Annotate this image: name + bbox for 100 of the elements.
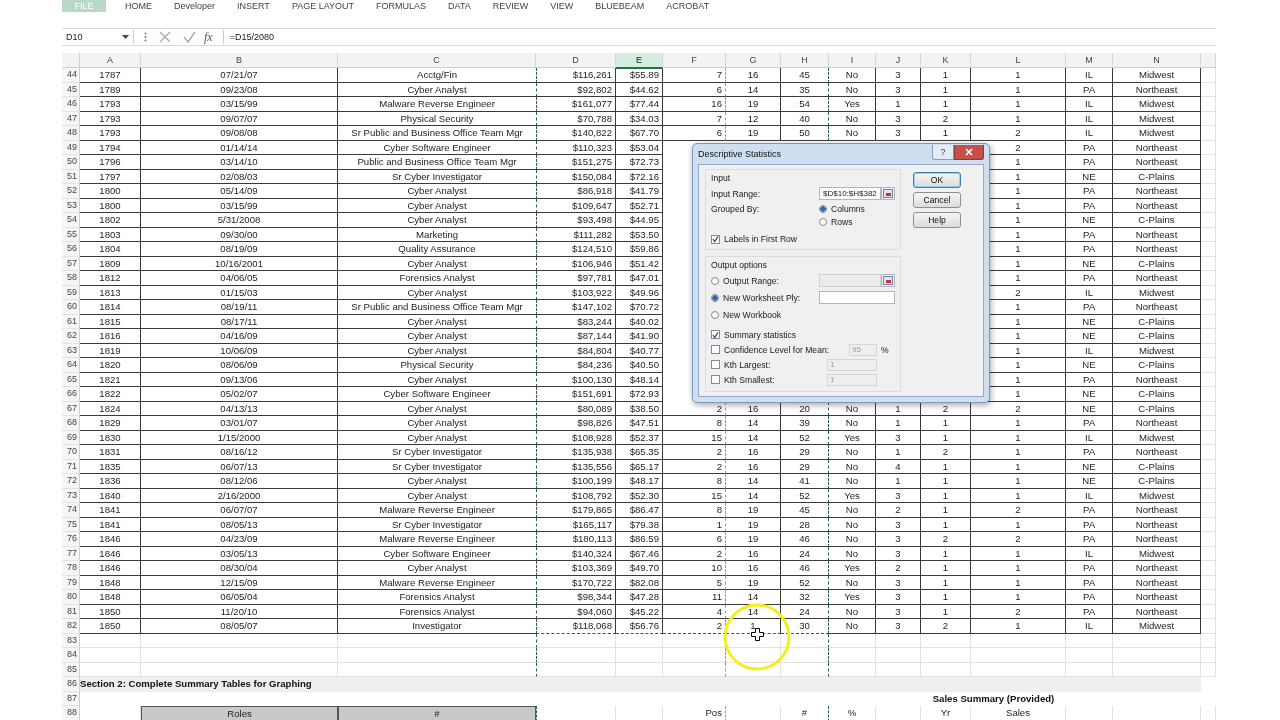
name-box[interactable]: D10 [62, 30, 134, 44]
table-cell: $87,144 [536, 329, 616, 344]
row-number[interactable]: 58 [62, 271, 80, 286]
radio-button[interactable] [711, 310, 719, 319]
table-cell: 01/15/03 [141, 285, 338, 300]
table-cell: 39 [781, 416, 829, 431]
checkbox[interactable] [711, 375, 720, 384]
column-header[interactable]: J [876, 53, 921, 69]
table-cell: No [829, 459, 876, 474]
dialog-button[interactable]: OK [913, 172, 961, 188]
row-number[interactable]: 80 [62, 590, 80, 605]
ribbon-tab[interactable]: REVIEW [481, 0, 540, 12]
column-header[interactable]: G [726, 53, 781, 69]
row-number[interactable]: 46 [62, 97, 80, 112]
ribbon-tab[interactable]: VIEW [539, 0, 585, 12]
ribbon-tab[interactable]: FORMULAS [365, 0, 438, 12]
table-cell: $98,826 [536, 416, 616, 431]
row-number[interactable]: 86 [62, 677, 80, 692]
column-header[interactable]: N [1113, 53, 1201, 69]
cancel-icon[interactable] [159, 31, 171, 43]
range-field[interactable] [819, 291, 895, 304]
row-number[interactable]: 52 [62, 184, 80, 199]
column-header[interactable]: L [971, 53, 1066, 69]
ribbon-tab[interactable]: ACROBAT [655, 0, 721, 12]
row-number[interactable]: 56 [62, 242, 80, 257]
table-cell: $170,722 [536, 575, 616, 590]
table-cell: Yes [829, 488, 876, 503]
row-number[interactable]: 50 [62, 155, 80, 170]
checkbox[interactable] [711, 330, 720, 339]
table-cell: 1793 [80, 111, 141, 126]
row-number[interactable]: 72 [62, 474, 80, 489]
row-number[interactable]: 78 [62, 561, 80, 576]
close-icon [965, 148, 973, 156]
row-number[interactable]: 44 [62, 68, 80, 83]
radio-button[interactable] [819, 205, 827, 213]
table-cell: $53.50 [616, 227, 663, 242]
row-number[interactable]: 82 [62, 619, 80, 634]
table-cell: 16 [726, 445, 781, 460]
unit-label: % [881, 344, 890, 355]
table-cell: $40.02 [616, 314, 663, 329]
row-number[interactable]: 74 [62, 503, 80, 518]
close-button[interactable] [954, 145, 984, 160]
table-cell: 2 [921, 111, 971, 126]
checkbox[interactable] [711, 360, 720, 369]
check-icon[interactable] [183, 31, 196, 43]
range-field[interactable]: $D$10:$H$382 [819, 187, 881, 200]
table-cell: $124,510 [536, 242, 616, 257]
table-cell: $40.50 [616, 358, 663, 373]
column-header[interactable]: C [338, 53, 536, 69]
formula-field[interactable]: =D15/2080 [222, 30, 1216, 44]
column-header[interactable]: H [781, 53, 829, 69]
table-cell: Marketing [338, 227, 536, 242]
table-cell: 1804 [80, 242, 141, 257]
row-number[interactable]: 64 [62, 358, 80, 373]
column-header[interactable]: E [616, 53, 663, 69]
row-number[interactable]: 54 [62, 213, 80, 228]
radio-button[interactable] [711, 276, 719, 285]
ribbon-tab[interactable]: Developer [163, 0, 227, 12]
column-header[interactable]: M [1066, 53, 1113, 69]
group-label: Input [711, 173, 732, 183]
dialog-button[interactable]: Cancel [913, 192, 961, 208]
insert-function-button[interactable]: fx [204, 29, 213, 45]
table-cell: 1 [921, 561, 971, 576]
table-cell: 5/31/2008 [141, 213, 338, 228]
table-cell: 2 [921, 619, 971, 634]
row-number[interactable]: 88 [62, 706, 80, 720]
ribbon-tab[interactable]: DATA [437, 0, 482, 12]
checkbox[interactable] [711, 234, 720, 244]
table-cell: C-Plains [1113, 256, 1201, 271]
table-cell: 1 [876, 416, 921, 431]
radio-button[interactable] [819, 218, 827, 226]
radio-button[interactable] [711, 293, 719, 302]
table-cell: 06/07/13 [141, 459, 338, 474]
row-number[interactable]: 68 [62, 416, 80, 431]
row-number[interactable]: 66 [62, 387, 80, 402]
table-cell: $151,275 [536, 155, 616, 170]
row-number[interactable]: 84 [62, 648, 80, 663]
table-cell: 03/15/99 [141, 198, 338, 213]
ribbon-tab[interactable]: BLUEBEAM [584, 0, 656, 12]
column-header[interactable]: I [829, 53, 876, 69]
table-cell: 1 [971, 517, 1066, 532]
table-cell: Cyber Analyst [338, 198, 536, 213]
ribbon-tab[interactable]: INSERT [226, 0, 281, 12]
table-cell: PA [1066, 242, 1113, 257]
row-number[interactable]: 62 [62, 329, 80, 344]
row-number[interactable]: 70 [62, 445, 80, 460]
row-number[interactable]: 76 [62, 532, 80, 547]
ribbon-tab[interactable]: HOME [114, 0, 163, 12]
row-number[interactable]: 48 [62, 126, 80, 141]
table-cell: $140,324 [536, 546, 616, 561]
checkbox[interactable] [711, 345, 720, 354]
column-header[interactable]: K [921, 53, 971, 69]
row-number[interactable]: 60 [62, 300, 80, 315]
column-header[interactable]: F [663, 53, 726, 69]
ribbon-tab[interactable]: PAGE LAYOUT [280, 0, 366, 12]
column-header[interactable]: B [141, 53, 338, 69]
dialog-button[interactable]: Help [913, 212, 961, 228]
table-cell: 14 [726, 590, 781, 605]
help-button[interactable]: ? [932, 145, 954, 160]
drag-handle-icon[interactable] [144, 32, 147, 42]
